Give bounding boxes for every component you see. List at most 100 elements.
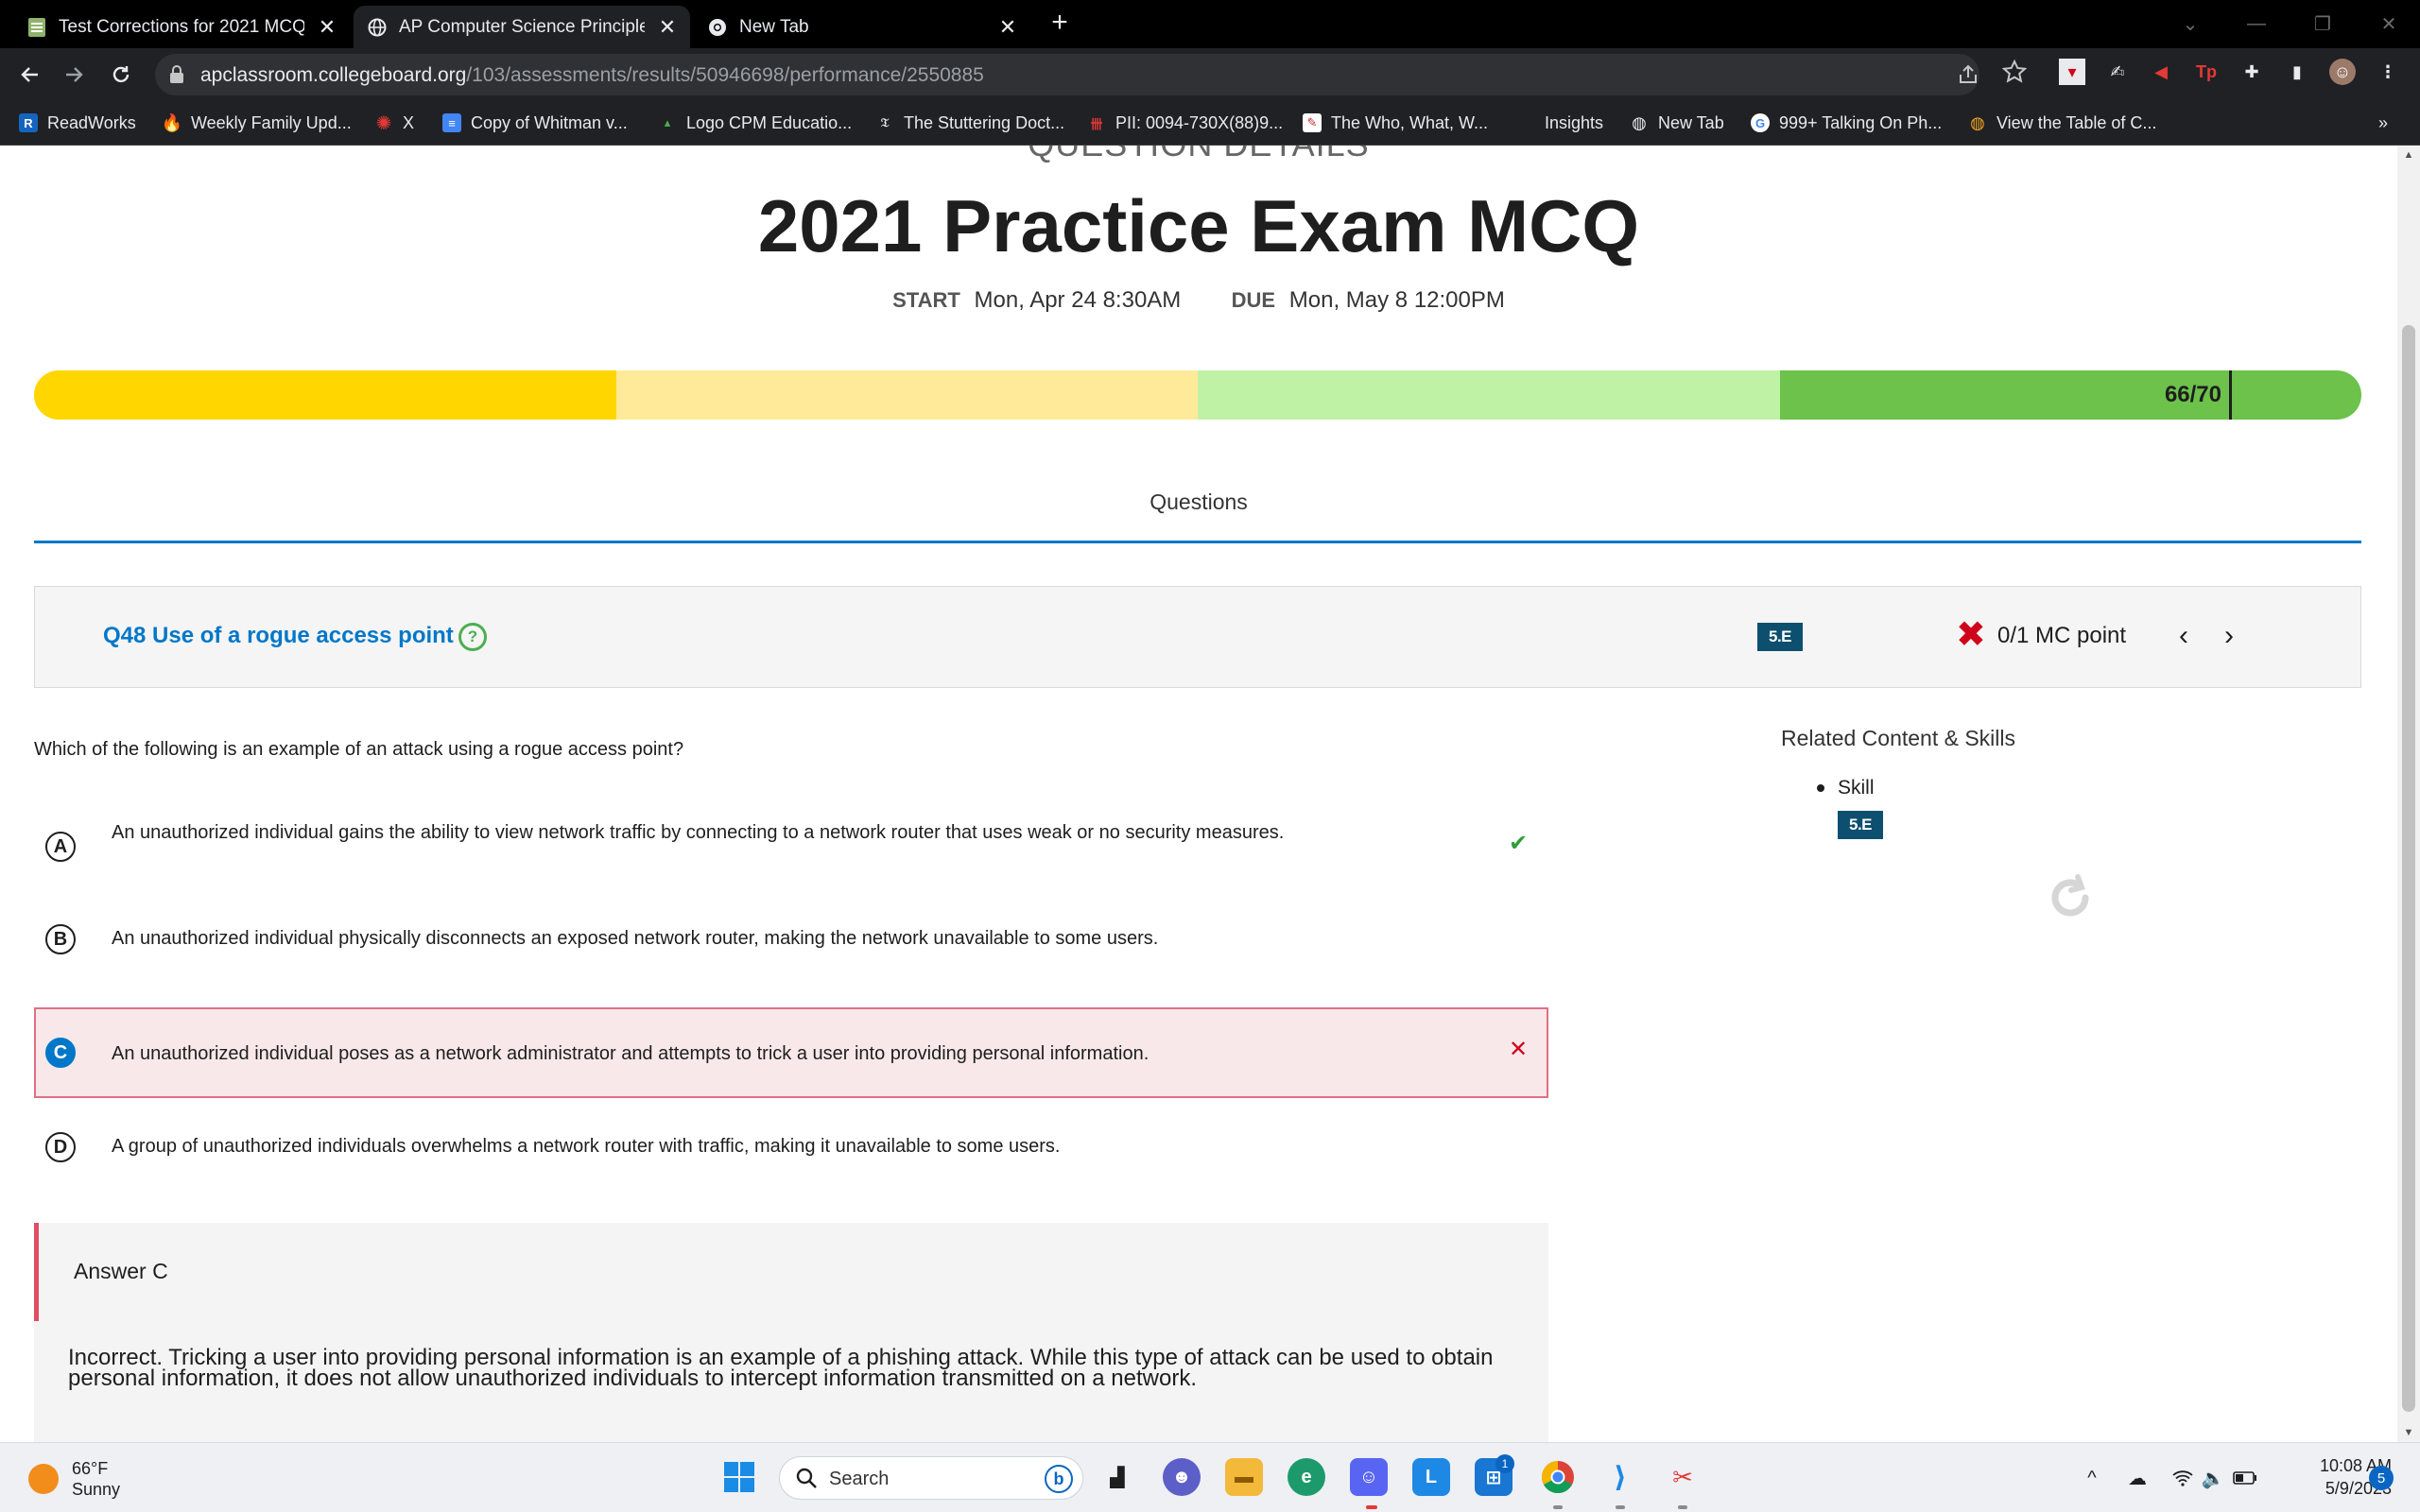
related-content-heading: Related Content & Skills	[1781, 726, 2016, 750]
forward-arrow-icon[interactable]	[55, 56, 93, 94]
kebab-menu-icon[interactable]: ⋮	[2375, 59, 2401, 85]
chrome-icon[interactable]	[1539, 1458, 1577, 1496]
address-bar[interactable]: apclassroom.collegeboard.org/103/assessm…	[155, 54, 1979, 95]
bookmark-label: Copy of Whitman v...	[471, 112, 628, 132]
close-tab-icon[interactable]: ✕	[994, 14, 1021, 41]
scroll-down-arrow-icon[interactable]: ▼	[2403, 1427, 2414, 1438]
share-icon[interactable]	[1957, 63, 1981, 88]
vscode-icon[interactable]: ⟩	[1601, 1458, 1639, 1496]
file-explorer-icon[interactable]: ▬	[1225, 1458, 1263, 1496]
weather-widget[interactable]: 66°F Sunny	[28, 1458, 120, 1500]
progress-segment-4	[1779, 370, 2361, 420]
bookmark-x[interactable]: ✺ X	[374, 110, 414, 136]
notification-count-badge[interactable]: 5	[2369, 1466, 2394, 1490]
question-title-link[interactable]: Q48 Use of a rogue access point	[103, 623, 454, 649]
elsevier-icon: 卌	[1090, 116, 1103, 131]
bookmark-new-tab[interactable]: ◍ New Tab	[1630, 110, 1724, 136]
bookmarks-bar: R ReadWorks 🔥 Weekly Family Upd... ✺ X ≡ Cop…	[0, 100, 2420, 146]
close-tab-icon[interactable]: ✕	[314, 14, 340, 41]
store-badge: 1	[1495, 1454, 1514, 1473]
bookmark-label: Insights	[1545, 112, 1604, 132]
side-panel-icon[interactable]: ▮	[2284, 59, 2310, 85]
new-tab-plus-icon[interactable]: +	[1046, 9, 1074, 38]
option-text: An unauthorized individual physically di…	[112, 928, 1159, 949]
back-arrow-icon[interactable]	[11, 56, 49, 94]
bookmark-star-icon[interactable]	[2001, 59, 2028, 84]
answer-option-d[interactable]: D A group of unauthorized individuals ov…	[34, 1119, 1548, 1176]
bookmark-label: PII: 0094-730X(88)9...	[1115, 112, 1284, 132]
volume-icon[interactable]: 🔈	[2199, 1464, 2227, 1492]
nyt-icon: 𝔗	[880, 115, 890, 130]
tab-search-chevron-icon[interactable]: ⌄	[2157, 0, 2223, 48]
l-app-icon[interactable]: L	[1412, 1458, 1450, 1496]
answer-option-a[interactable]: A An unauthorized individual gains the a…	[34, 807, 1548, 883]
record-extension-icon[interactable]: ◀	[2148, 59, 2174, 85]
option-text: An unauthorized individual gains the abi…	[112, 822, 1285, 843]
next-question-chevron-icon[interactable]: ›	[2215, 619, 2243, 653]
tab-ap-csp[interactable]: AP Computer Science Principles – ✕	[354, 6, 690, 48]
bookmark-insights[interactable]: Insights	[1516, 110, 1603, 136]
bookmark-logo-cpm[interactable]: ▴ Logo CPM Educatio...	[658, 110, 852, 136]
tab-new-tab[interactable]: New Tab ✕	[694, 6, 1030, 48]
tab-test-corrections[interactable]: Test Corrections for 2021 MCQ | E ✕	[13, 6, 350, 48]
windows-start-icon[interactable]	[720, 1458, 758, 1496]
taskbar-search[interactable]: Search b	[779, 1456, 1083, 1500]
more-bookmarks-chevron-icon[interactable]: »	[2378, 110, 2388, 136]
battery-icon[interactable]	[2231, 1464, 2259, 1492]
restore-icon[interactable]: ❐	[2290, 0, 2356, 48]
tab-title: AP Computer Science Principles –	[399, 16, 645, 37]
bookmark-talking-on-phone[interactable]: G 999+ Talking On Ph...	[1751, 110, 1942, 136]
bookmark-table-of-contents[interactable]: ◍ View the Table of C...	[1968, 110, 2156, 136]
pocket-extension-icon[interactable]: ▾	[2059, 59, 2085, 85]
vscode-running-indicator	[1616, 1505, 1625, 1509]
puzzle-extensions-icon[interactable]: ✚	[2238, 59, 2265, 85]
bookmark-pii[interactable]: 卌 PII: 0094-730X(88)9...	[1087, 110, 1283, 136]
bookmark-stuttering-doctor[interactable]: 𝔗 The Stuttering Doct...	[875, 110, 1064, 136]
question-help-icon[interactable]: ?	[458, 623, 487, 651]
bing-icon[interactable]: b	[1045, 1465, 1073, 1493]
progress-segment-2	[615, 370, 1198, 420]
bookmark-label: Weekly Family Upd...	[191, 112, 352, 132]
wifi-icon[interactable]	[2169, 1464, 2197, 1492]
onedrive-cloud-icon[interactable]: ☁	[2123, 1464, 2152, 1492]
task-view-icon[interactable]: ▟	[1098, 1458, 1136, 1496]
snipping-tool-icon[interactable]: ✂	[1664, 1458, 1702, 1496]
reload-icon[interactable]	[102, 56, 140, 94]
bookmark-readworks[interactable]: R ReadWorks	[19, 110, 136, 136]
bookmark-weekly-family[interactable]: 🔥 Weekly Family Upd...	[162, 110, 352, 136]
cpm-icon: ▴	[664, 115, 671, 129]
tp-extension-icon[interactable]: Tp	[2193, 59, 2220, 85]
blank-icon	[1516, 113, 1535, 132]
browser-tab-strip: Test Corrections for 2021 MCQ | E ✕ AP C…	[0, 0, 2420, 48]
red-gear-icon: ✺	[375, 112, 392, 134]
question-stem: Which of the following is an example of …	[34, 739, 684, 760]
answer-option-c[interactable]: C An unauthorized individual poses as a …	[34, 1007, 1548, 1098]
score-marker	[2229, 370, 2232, 420]
correct-check-icon: ✔	[1509, 831, 1529, 856]
bookmark-label: View the Table of C...	[1996, 112, 2157, 132]
pen-extension-icon[interactable]: ✍	[2104, 59, 2131, 85]
scroll-up-arrow-icon[interactable]: ▲	[2403, 149, 2414, 161]
window-close-icon[interactable]: ✕	[2356, 0, 2420, 48]
prev-question-chevron-icon[interactable]: ‹	[2169, 619, 2198, 653]
lock-icon[interactable]	[168, 64, 189, 85]
answer-option-b[interactable]: B An unauthorized individual physically …	[34, 911, 1548, 968]
discord-icon[interactable]: ☺	[1350, 1458, 1388, 1496]
related-skill-badge[interactable]: 5.E	[1838, 811, 1883, 839]
browser-toolbar: apclassroom.collegeboard.org/103/assessm…	[0, 48, 2420, 100]
scrollbar-thumb[interactable]	[2402, 325, 2415, 1412]
tab-questions[interactable]: Questions	[0, 490, 2397, 515]
teams-chat-icon[interactable]: ☻	[1163, 1458, 1201, 1496]
windows-taskbar: 66°F Sunny Search b ▟ ☻ ▬ e ☺ L ⊞ 1 ⟩ ✂	[0, 1442, 2420, 1512]
minimize-icon[interactable]: —	[2223, 0, 2290, 48]
option-letter: C	[45, 1038, 76, 1068]
globe-favicon-icon	[367, 17, 388, 38]
due-value: Mon, May 8 12:00PM	[1288, 287, 1505, 313]
close-tab-icon[interactable]: ✕	[654, 14, 681, 41]
edge-icon[interactable]: e	[1288, 1458, 1325, 1496]
bookmark-copy-of-whitman[interactable]: ≡ Copy of Whitman v...	[442, 110, 628, 136]
tray-overflow-chevron-icon[interactable]: ^	[2078, 1464, 2106, 1492]
page-scrollbar[interactable]: ▲ ▼	[2397, 146, 2420, 1442]
profile-avatar-icon[interactable]: ☺	[2329, 59, 2356, 85]
bookmark-who-what[interactable]: ✎ The Who, What, W...	[1303, 110, 1488, 136]
